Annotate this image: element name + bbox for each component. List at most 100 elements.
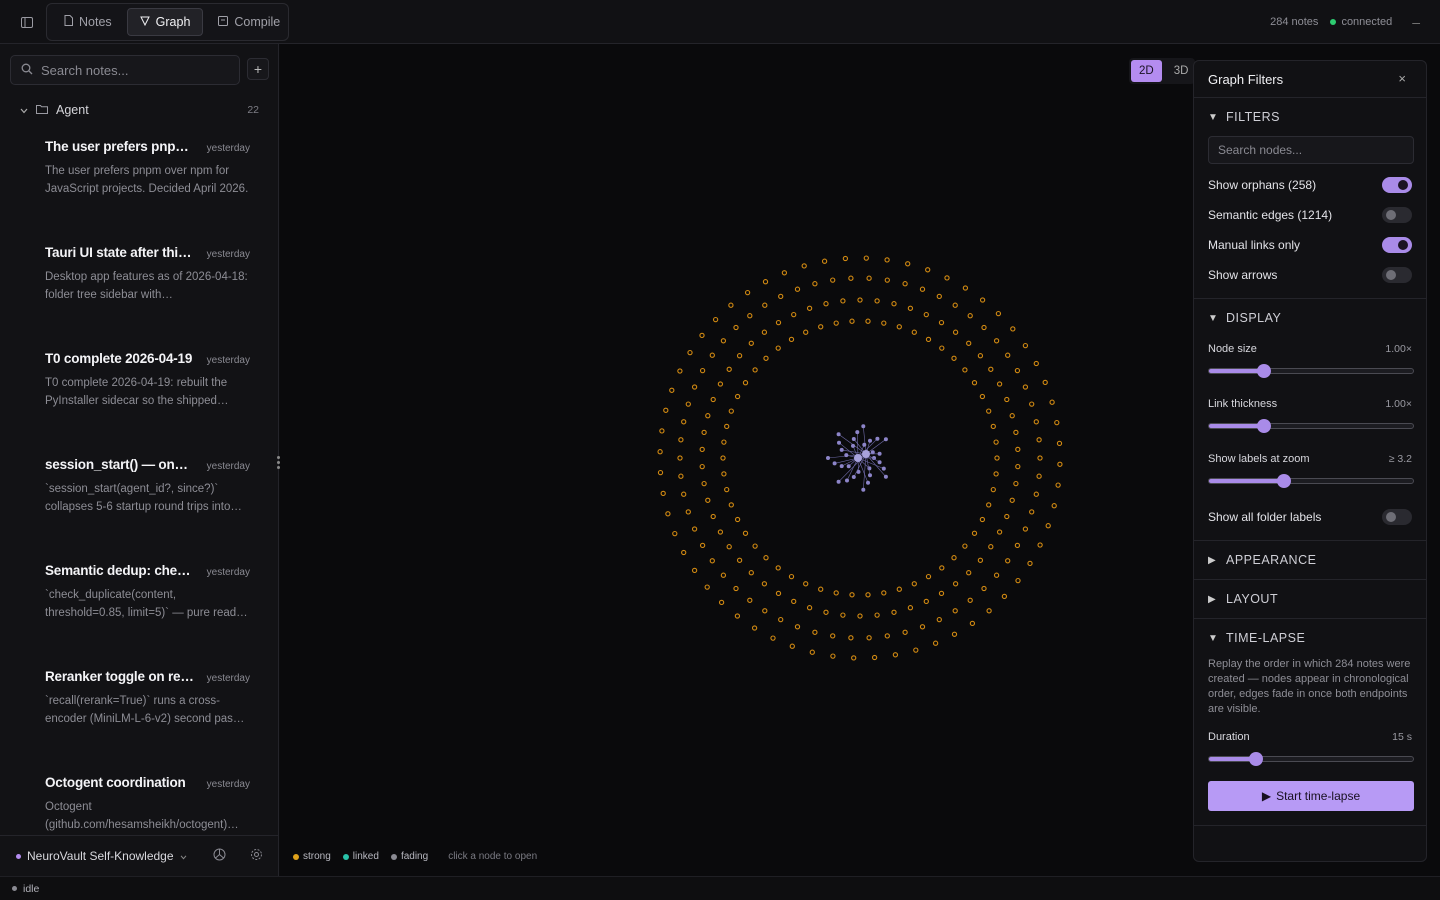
graph-node-orphan[interactable]: [981, 324, 987, 331]
graph-node-linked[interactable]: [861, 487, 866, 492]
graph-node-linked[interactable]: [881, 466, 886, 471]
graph-node-orphan[interactable]: [717, 381, 724, 387]
graph-node-orphan[interactable]: [848, 635, 854, 641]
graph-node-linked[interactable]: [867, 466, 872, 471]
manual-links-toggle[interactable]: [1382, 237, 1412, 253]
graph-node-orphan[interactable]: [1042, 379, 1048, 386]
graph-node-orphan[interactable]: [1009, 497, 1015, 503]
graph-node-orphan[interactable]: [1057, 461, 1063, 467]
graph-node-orphan[interactable]: [1015, 577, 1021, 584]
graph-node-hub[interactable]: [854, 454, 862, 462]
gear-icon[interactable]: [250, 848, 263, 864]
duration-slider[interactable]: [1208, 752, 1414, 766]
section-header-filters[interactable]: ▼ FILTERS: [1208, 98, 1412, 136]
graph-node-orphan[interactable]: [830, 277, 836, 283]
list-item[interactable]: T0 complete 2026-04-19 yesterday T0 comp…: [0, 341, 279, 447]
graph-node-linked[interactable]: [836, 479, 841, 484]
graph-node-orphan[interactable]: [1049, 399, 1055, 405]
label-zoom-slider[interactable]: [1208, 474, 1414, 488]
graph-node-orphan[interactable]: [823, 301, 829, 307]
graph-node-orphan[interactable]: [823, 609, 829, 615]
semantic-edges-toggle[interactable]: [1382, 207, 1412, 223]
graph-node-orphan[interactable]: [971, 530, 978, 536]
graph-node-orphan[interactable]: [1005, 352, 1011, 358]
graph-node-linked[interactable]: [851, 437, 856, 441]
tab-compile[interactable]: Compile: [205, 8, 293, 36]
graph-node-orphan[interactable]: [1037, 542, 1043, 548]
graph-node-orphan[interactable]: [848, 275, 854, 281]
graph-node-orphan[interactable]: [996, 381, 1003, 387]
graph-node-orphan[interactable]: [709, 352, 715, 358]
graph-node-orphan[interactable]: [677, 368, 683, 374]
graph-node-orphan[interactable]: [952, 329, 959, 335]
graph-node-orphan[interactable]: [979, 297, 986, 303]
graph-node-orphan[interactable]: [892, 652, 899, 658]
show-arrows-toggle[interactable]: [1382, 267, 1412, 283]
graph-node-orphan[interactable]: [923, 311, 929, 318]
graph-node-orphan[interactable]: [705, 497, 711, 503]
graph-node-orphan[interactable]: [884, 257, 890, 263]
graph-node-orphan[interactable]: [925, 573, 932, 580]
graph-node-orphan[interactable]: [677, 455, 683, 461]
graph-node-orphan[interactable]: [742, 380, 749, 386]
graph-node-orphan[interactable]: [685, 509, 691, 515]
minimize-icon[interactable]: –: [1412, 14, 1420, 30]
graph-node-orphan[interactable]: [962, 367, 968, 373]
graph-node-orphan[interactable]: [747, 313, 753, 319]
graph-node-orphan[interactable]: [896, 586, 902, 592]
graph-node-orphan[interactable]: [874, 612, 880, 618]
graph-node-orphan[interactable]: [775, 565, 781, 571]
graph-node-orphan[interactable]: [728, 408, 734, 414]
graph-node-orphan[interactable]: [1022, 384, 1029, 390]
sidebar-toggle-icon[interactable]: [16, 12, 38, 32]
graph-node-orphan[interactable]: [962, 285, 969, 291]
graph-node-orphan[interactable]: [734, 393, 741, 400]
graph-node-orphan[interactable]: [932, 640, 939, 646]
graph-node-orphan[interactable]: [728, 502, 734, 508]
graph-node-orphan[interactable]: [1005, 558, 1011, 564]
graph-node-orphan[interactable]: [977, 353, 984, 359]
vault-selector[interactable]: NeuroVault Self-Knowledge: [16, 849, 187, 863]
graph-node-orphan[interactable]: [939, 345, 945, 351]
brain-icon[interactable]: [213, 848, 226, 864]
graph-node-orphan[interactable]: [660, 490, 666, 497]
graph-node-orphan[interactable]: [830, 633, 836, 639]
start-timelapse-button[interactable]: ▶ Start time-lapse: [1208, 781, 1414, 811]
graph-node-linked[interactable]: [866, 480, 870, 485]
graph-node-orphan[interactable]: [990, 486, 996, 493]
graph-node-orphan[interactable]: [936, 293, 942, 300]
graph-node-orphan[interactable]: [763, 555, 769, 561]
graph-node-orphan[interactable]: [1013, 429, 1019, 436]
graph-node-orphan[interactable]: [951, 555, 957, 561]
graph-node-orphan[interactable]: [923, 598, 929, 605]
graph-node-orphan[interactable]: [977, 557, 984, 563]
graph-node-linked[interactable]: [832, 461, 837, 466]
graph-node-linked[interactable]: [883, 437, 888, 442]
section-header-timelapse[interactable]: ▼ TIME-LAPSE: [1208, 619, 1412, 657]
graph-node-orphan[interactable]: [951, 631, 958, 637]
graph-node-orphan[interactable]: [1029, 509, 1035, 515]
list-item[interactable]: session_start() — one call yesterday `se…: [0, 447, 279, 553]
graph-node-orphan[interactable]: [778, 293, 784, 300]
graph-node-orphan[interactable]: [969, 620, 976, 627]
graph-node-orphan[interactable]: [734, 516, 741, 523]
slider-handle[interactable]: [1257, 419, 1272, 433]
graph-node-orphan[interactable]: [775, 345, 781, 351]
graph-node-orphan[interactable]: [788, 573, 795, 580]
graph-node-orphan[interactable]: [803, 581, 809, 587]
graph-node-orphan[interactable]: [1029, 401, 1035, 407]
graph-node-orphan[interactable]: [936, 616, 942, 623]
graph-node-orphan[interactable]: [1014, 367, 1021, 374]
graph-node-orphan[interactable]: [712, 316, 719, 323]
graph-node-orphan[interactable]: [763, 355, 769, 361]
graph-node-orphan[interactable]: [699, 542, 706, 549]
graph-node-orphan[interactable]: [913, 647, 919, 653]
graph-node-orphan[interactable]: [993, 471, 999, 477]
section-header-appearance[interactable]: ▶ APPEARANCE: [1208, 541, 1412, 579]
graph-node-orphan[interactable]: [911, 329, 917, 335]
graph-node-linked[interactable]: [851, 443, 855, 448]
graph-node-orphan[interactable]: [851, 655, 857, 661]
show-orphans-toggle[interactable]: [1382, 177, 1412, 193]
list-item[interactable]: Tauri UI state after this session yester…: [0, 235, 279, 341]
list-item[interactable]: The user prefers pnpm over npm yesterday…: [0, 129, 279, 235]
